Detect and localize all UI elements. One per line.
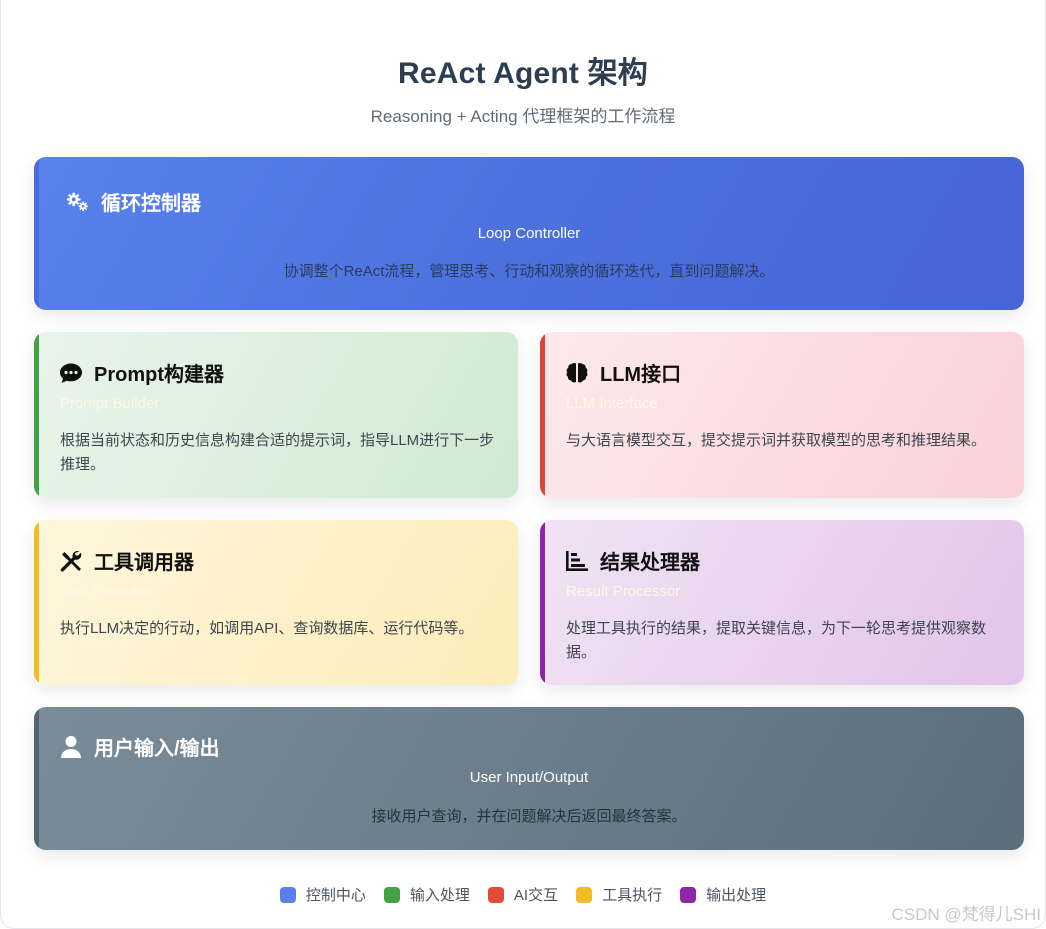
user-io-card: 用户输入/输出 User Input/Output 接收用户查询，并在问题解决后…	[34, 707, 1024, 850]
legend-swatch	[487, 886, 504, 903]
tool-executor-card: 工具调用器 Tool Executor 执行LLM决定的行动，如调用API、查询…	[34, 520, 518, 685]
card-header: 结果处理器	[565, 546, 700, 575]
legend-label: 工具执行	[602, 887, 663, 904]
legend-label: 输出处理	[706, 887, 767, 904]
legend-item-ai: AI交互	[487, 884, 559, 905]
brain-icon	[565, 361, 589, 385]
card-description: 与大语言模型交互，提交提示词并获取模型的思考和推理结果。	[566, 432, 987, 449]
card-title: 循环控制器	[101, 193, 201, 215]
card-subtitle: Result Processor	[566, 583, 681, 600]
card-title: 结果处理器	[600, 552, 700, 574]
legend-swatch	[279, 886, 296, 903]
card-accent-bar	[34, 332, 39, 498]
legend-item-input: 输入处理	[383, 884, 470, 905]
chart-icon	[565, 549, 589, 573]
legend-item-control: 控制中心	[279, 884, 366, 905]
card-description: 根据当前状态和历史信息构建合适的提示词，指导LLM进行下一步推理。	[60, 432, 495, 473]
watermark: CSDN @梵得儿SHI	[891, 905, 1042, 924]
card-title: 工具调用器	[94, 552, 194, 574]
card-subtitle: Loop Controller	[477, 225, 581, 242]
comment-icon	[59, 361, 83, 385]
legend-item-tool: 工具执行	[576, 884, 662, 905]
card-subtitle: LLM Interface	[566, 395, 658, 412]
legend-swatch	[383, 886, 400, 903]
legend-label: 控制中心	[305, 887, 366, 904]
card-description: 执行LLM决定的行动，如调用API、查询数据库、运行代码等。	[60, 620, 474, 637]
legend: 控制中心 输入处理 AI交互 工具执行 输出处理	[0, 884, 1046, 905]
card-header: 循环控制器	[66, 187, 201, 216]
card-description: 协调整个ReAct流程，管理思考、行动和观察的循环迭代，直到问题解决。	[283, 263, 775, 280]
user-icon	[59, 735, 83, 759]
prompt-builder-card: Prompt构建器 Prompt Builder 根据当前状态和历史信息构建合适…	[34, 332, 518, 498]
legend-item-output: 输出处理	[680, 884, 766, 905]
card-subtitle: User Input/Output	[469, 769, 589, 786]
card-subtitle: Tool Executor	[60, 583, 151, 600]
legend-label: AI交互	[513, 887, 559, 904]
card-accent-bar	[540, 332, 545, 498]
card-header: LLM接口	[565, 358, 681, 387]
card-accent-bar	[34, 520, 39, 685]
gears-icon	[66, 190, 90, 214]
card-subtitle: Prompt Builder	[60, 395, 160, 412]
card-header: 用户输入/输出	[59, 732, 220, 761]
result-processor-card: 结果处理器 Result Processor 处理工具执行的结果，提取关键信息，…	[540, 520, 1024, 685]
loop-controller-card: 循环控制器 Loop Controller 协调整个ReAct流程，管理思考、行…	[34, 157, 1024, 310]
legend-label: 输入处理	[409, 887, 470, 904]
legend-swatch	[576, 886, 593, 903]
card-title: 用户输入/输出	[94, 738, 220, 760]
card-header: Prompt构建器	[59, 358, 224, 387]
legend-swatch	[680, 886, 697, 903]
tools-icon	[59, 549, 83, 573]
llm-interface-card: LLM接口 LLM Interface 与大语言模型交互，提交提示词并获取模型的…	[540, 332, 1024, 498]
card-description: 接收用户查询，并在问题解决后返回最终答案。	[371, 808, 687, 825]
card-description: 处理工具执行的结果，提取关键信息，为下一轮思考提供观察数据。	[566, 620, 987, 661]
card-header: 工具调用器	[59, 546, 194, 575]
card-title: LLM接口	[600, 364, 682, 386]
card-accent-bar	[540, 520, 545, 685]
page-title: ReAct Agent 架构	[397, 57, 649, 90]
card-title: Prompt构建器	[94, 364, 224, 386]
page-subtitle: Reasoning + Acting 代理框架的工作流程	[370, 107, 676, 126]
